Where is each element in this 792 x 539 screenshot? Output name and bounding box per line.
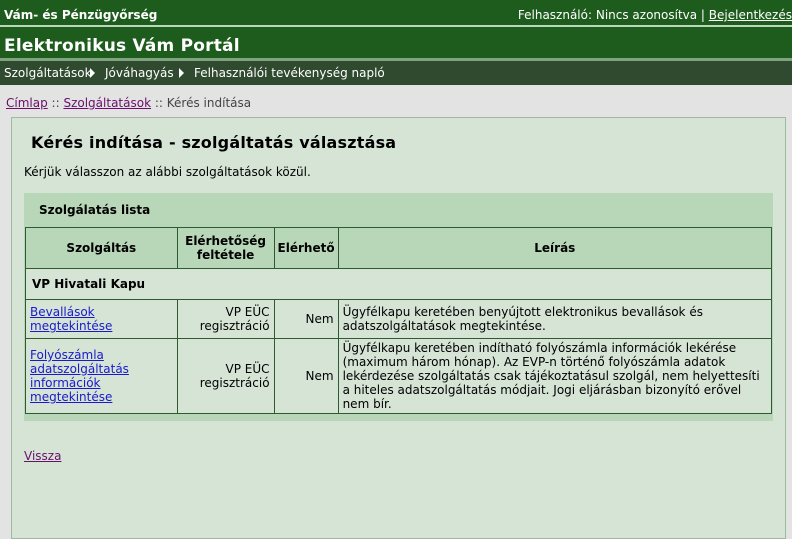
- service-link[interactable]: Bevallások megtekintése: [30, 305, 112, 333]
- page-title: Kérés indítása - szolgáltatás választása: [31, 133, 397, 152]
- breadcrumb-services-link[interactable]: Szolgáltatások: [63, 96, 151, 110]
- requirement-cell: VP EÜC regisztráció: [176, 299, 275, 339]
- description-cell: Ügyfélkapu keretében indítható folyószám…: [337, 338, 773, 414]
- breadcrumb-separator: ::: [51, 96, 60, 110]
- service-table: Szolgáltás Elérhetőség feltétele Elérhet…: [25, 227, 773, 414]
- column-header-available: Elérhető: [273, 227, 339, 269]
- user-status-label: Felhasználó: Nincs azonosítva |: [517, 8, 705, 22]
- description-cell: Ügyfélkapu keretében benyújtott elektron…: [337, 299, 773, 339]
- breadcrumb: Címlap :: Szolgáltatások :: Kérés indítá…: [6, 96, 251, 110]
- requirement-cell: VP EÜC regisztráció: [176, 338, 275, 414]
- main-menu: Szolgáltatások Jóváhagyás Felhasználói t…: [0, 61, 792, 85]
- table-row: Bevallások megtekintése VP EÜC regisztrá…: [25, 299, 773, 339]
- table-row: Folyószámla adatszolgáltatás információk…: [25, 338, 773, 414]
- back-link[interactable]: Vissza: [24, 449, 61, 463]
- column-header-requirement: Elérhetőség feltétele: [176, 227, 275, 269]
- table-header-row: Szolgáltás Elérhetőség feltétele Elérhet…: [25, 227, 773, 269]
- breadcrumb-current: Kérés indítása: [166, 96, 252, 110]
- service-list-box: Szolgálatás lista Szolgáltás Elérhetőség…: [24, 193, 773, 421]
- available-cell: Nem: [273, 338, 339, 414]
- service-link[interactable]: Folyószámla adatszolgáltatás információk…: [30, 348, 129, 404]
- portal-title-bar: Elektronikus Vám Portál: [0, 27, 792, 61]
- service-name-cell: Bevallások megtekintése: [25, 299, 178, 339]
- top-header-bar: Vám- és Pénzügyőrség Felhasználó: Nincs …: [0, 0, 792, 27]
- content-panel: Kérés indítása - szolgáltatás választása…: [11, 117, 786, 539]
- menu-arrow-icon: [179, 68, 184, 78]
- intro-text: Kérjük válasszon az alábbi szolgáltatáso…: [24, 165, 311, 179]
- brand-name: Vám- és Pénzügyőrség: [4, 8, 158, 22]
- group-label: VP Hivatali Kapu: [25, 268, 772, 300]
- portal-title: Elektronikus Vám Portál: [4, 36, 240, 56]
- breadcrumb-separator: ::: [154, 96, 163, 110]
- service-list-title: Szolgálatás lista: [39, 203, 151, 217]
- breadcrumb-home-link[interactable]: Címlap: [6, 96, 48, 110]
- menu-arrow-icon: [90, 68, 95, 78]
- menu-item-activity-log[interactable]: Felhasználói tevékenység napló: [194, 66, 385, 80]
- menu-item-services[interactable]: Szolgáltatások: [4, 66, 92, 80]
- login-link[interactable]: Bejelentkezés: [709, 8, 792, 22]
- column-header-description: Leírás: [337, 227, 773, 269]
- service-name-cell: Folyószámla adatszolgáltatás információk…: [25, 338, 178, 414]
- table-group-row: VP Hivatali Kapu: [25, 268, 772, 300]
- column-header-service: Szolgáltás: [25, 227, 178, 269]
- user-status: Felhasználó: Nincs azonosítva | Bejelent…: [518, 8, 792, 22]
- available-cell: Nem: [273, 299, 339, 339]
- menu-item-approval[interactable]: Jóváhagyás: [105, 66, 174, 80]
